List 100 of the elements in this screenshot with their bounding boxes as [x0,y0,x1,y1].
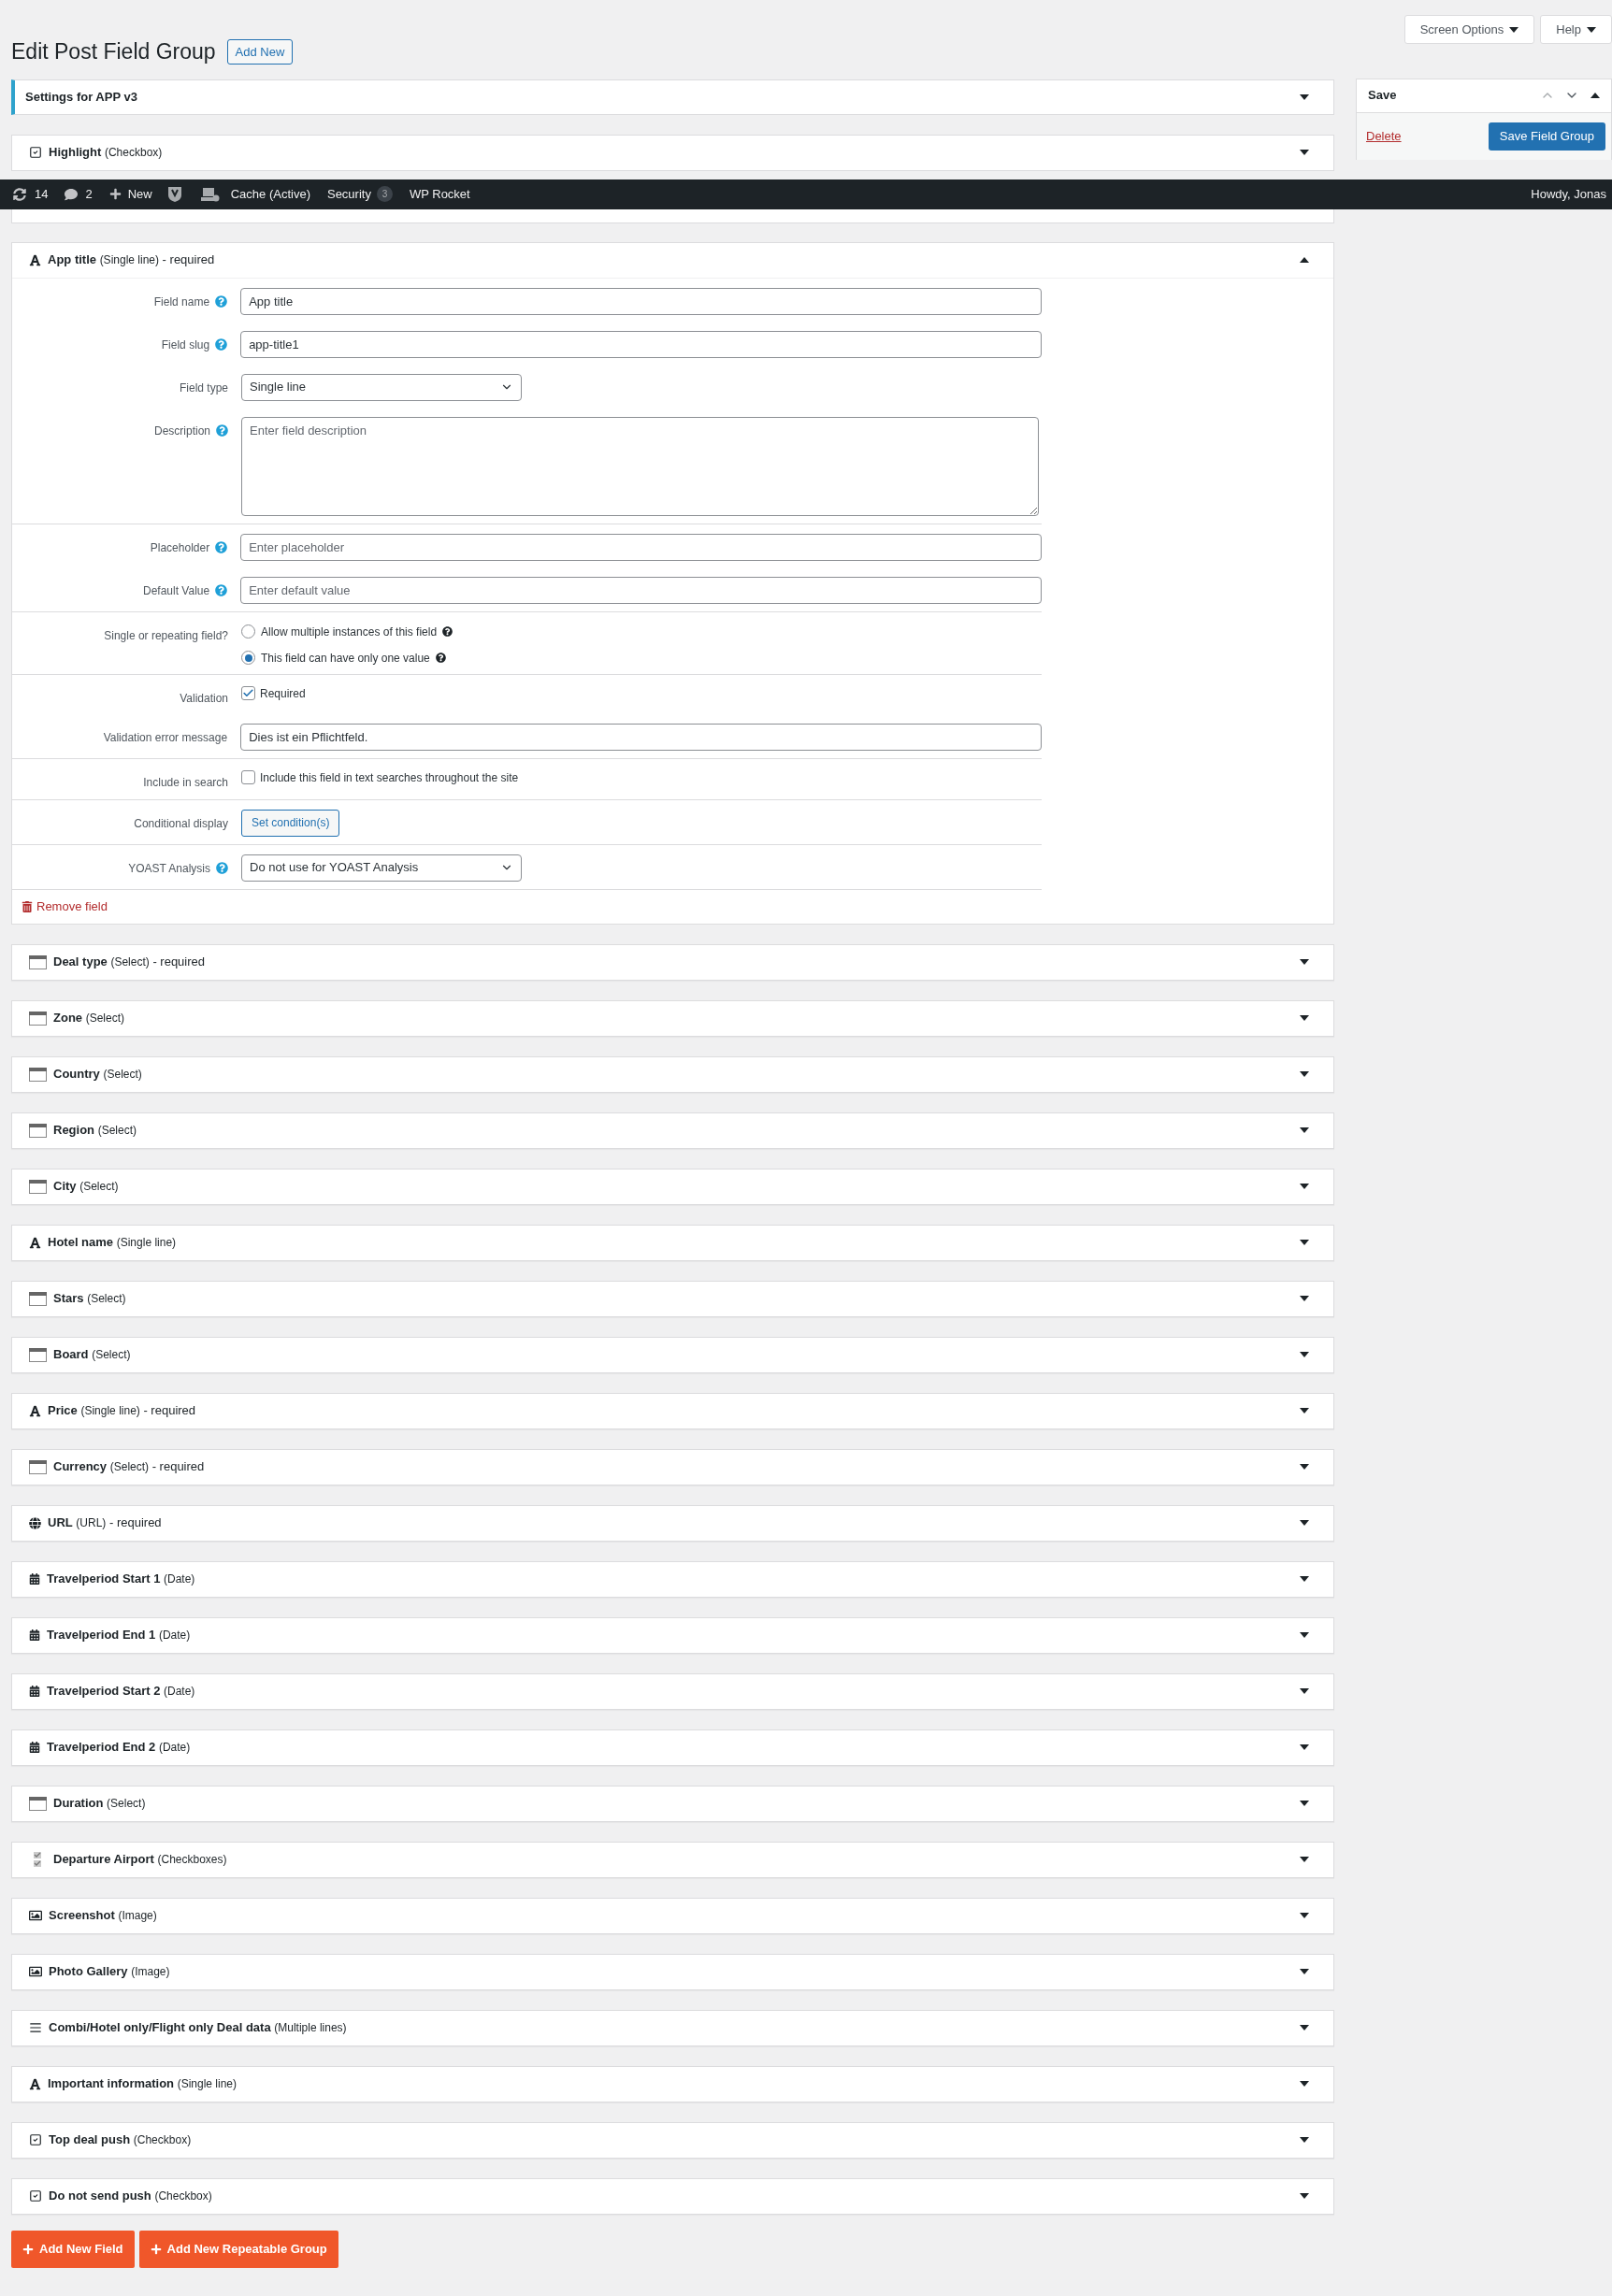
text-field[interactable]: App title [240,287,1042,315]
expand-caret-icon[interactable] [1300,1744,1309,1750]
text-field[interactable]: app-title1 [240,330,1042,358]
field-row[interactable]: Travelperiod Start 1 (Date) [11,1560,1334,1598]
server-icon[interactable] [200,186,220,202]
radio-button[interactable] [241,624,255,639]
select-field[interactable]: Do not use for YOAST Analysis [241,854,522,882]
field-row[interactable]: Board (Select) [11,1336,1334,1373]
field-row[interactable]: Deal type (Select) - required [11,943,1334,981]
field-title[interactable]: Travelperiod Start 1 (Date) [47,1570,195,1588]
field-title[interactable]: Screenshot (Image) [49,1906,157,1925]
field-row[interactable]: Departure Airport (Checkboxes) [11,1841,1334,1878]
field-row[interactable]: Price (Single line) - required [11,1392,1334,1429]
help-icon[interactable] [442,626,453,637]
field-title[interactable]: Travelperiod End 1 (Date) [47,1626,191,1644]
field-row[interactable]: Highlight (Checkbox) [11,134,1334,171]
greeting-link[interactable]: Howdy, Jonas [1531,184,1606,204]
expand-caret-icon[interactable] [1300,1015,1309,1021]
remove-field-link[interactable]: Remove field [36,897,108,916]
field-row[interactable]: Hotel name (Single line) [11,1224,1334,1261]
expand-caret-icon[interactable] [1300,1408,1309,1413]
checkbox[interactable] [241,770,255,784]
expand-caret-icon[interactable] [1300,2025,1309,2031]
field-title[interactable]: Currency (Select) - required [53,1457,205,1476]
field-row[interactable]: Travelperiod End 1 (Date) [11,1616,1334,1654]
expand-caret-icon[interactable] [1300,1857,1309,1862]
field-title[interactable]: Photo Gallery (Image) [49,1962,170,1981]
checkbox[interactable] [241,686,255,700]
field-row[interactable]: Important information (Single line) [11,2065,1334,2102]
field-title[interactable]: Travelperiod Start 2 (Date) [47,1682,195,1700]
updates-icon[interactable] [13,187,26,201]
field-row[interactable]: Stars (Select) [11,1280,1334,1317]
field-row[interactable]: URL (URL) - required [11,1504,1334,1542]
screen-options-tab[interactable]: Screen Options [1403,15,1535,44]
expand-caret-icon[interactable] [1300,150,1309,155]
expand-caret-icon[interactable] [1300,1632,1309,1638]
field-title[interactable]: Hotel name (Single line) [48,1233,177,1252]
field-title[interactable]: Highlight (Checkbox) [49,143,163,162]
expand-caret-icon[interactable] [1300,959,1309,965]
expand-caret-icon[interactable] [1300,2081,1309,2087]
description-field[interactable]: Enter field description [241,416,1039,516]
expand-caret-icon[interactable] [1300,1464,1309,1470]
expand-caret-icon[interactable] [1300,1801,1309,1806]
delete-link[interactable]: Delete [1366,126,1402,146]
text-field[interactable]: Enter placeholder [240,533,1042,561]
field-row[interactable]: Travelperiod Start 2 (Date) [11,1672,1334,1710]
radio-button[interactable] [241,651,255,665]
field-title[interactable]: URL (URL) - required [48,1514,162,1532]
field-title[interactable]: Board (Select) [53,1345,131,1364]
new-link[interactable]: New [127,184,152,204]
field-row[interactable]: Combi/Hotel only/Flight only Deal data (Multiple lines) [11,2009,1334,2046]
collapse-caret-icon[interactable] [1300,257,1309,263]
field-title[interactable]: Stars (Select) [53,1289,126,1308]
comments-icon[interactable] [65,187,79,201]
field-title[interactable]: Important information (Single line) [48,2074,237,2093]
expand-caret-icon[interactable] [1300,1969,1309,1974]
field-title[interactable]: Duration (Select) [53,1794,146,1813]
expand-caret-icon[interactable] [1300,1127,1309,1133]
field-row[interactable]: Region (Select) [11,1112,1334,1149]
field-title[interactable]: Country (Select) [53,1065,142,1083]
field-row[interactable]: Top deal push (Checkbox) [11,2121,1334,2159]
field-title[interactable]: Travelperiod End 2 (Date) [47,1738,191,1757]
expand-caret-icon[interactable] [1300,93,1309,100]
field-row[interactable]: City (Select) [11,1168,1334,1205]
expand-caret-icon[interactable] [1587,26,1596,33]
field-row[interactable]: Do not send push (Checkbox) [11,2177,1334,2215]
field-row[interactable]: Zone (Select) [11,999,1334,1037]
expand-caret-icon[interactable] [1300,2193,1309,2199]
comments-count[interactable]: 2 [85,184,93,204]
add-new-button[interactable]: Add New [226,38,294,65]
expand-caret-icon[interactable] [1300,2137,1309,2143]
field-row[interactable]: Currency (Select) - required [11,1448,1334,1485]
field-title[interactable]: City (Select) [53,1177,119,1196]
settings-box[interactable]: Settings for APP v3 [11,79,1334,115]
expand-caret-icon[interactable] [1300,1240,1309,1245]
field-title[interactable]: Departure Airport (Checkboxes) [53,1850,227,1869]
plus-icon[interactable] [108,188,122,200]
text-field[interactable]: Dies ist ein Pflichtfeld. [240,723,1042,751]
expand-caret-icon[interactable] [1300,1688,1309,1694]
expand-caret-icon[interactable] [1300,1071,1309,1077]
field-title[interactable]: Region (Select) [53,1121,137,1140]
field-title[interactable]: Zone (Select) [53,1009,125,1027]
help-tab[interactable]: Help [1540,15,1612,44]
text-field[interactable]: Enter default value [240,576,1042,604]
field-row[interactable]: Travelperiod End 2 (Date) [11,1729,1334,1766]
collapse-caret-icon[interactable] [1590,93,1600,98]
expand-caret-icon[interactable] [1509,26,1519,33]
field-row[interactable]: Screenshot (Image) [11,1897,1334,1934]
shield-logo-icon[interactable] [166,185,182,203]
field-title[interactable]: Combi/Hotel only/Flight only Deal data (Multiple lines) [49,2018,347,2037]
field-title[interactable]: Price (Single line) - required [48,1401,196,1420]
expand-caret-icon[interactable] [1300,1352,1309,1357]
trash-icon[interactable] [22,900,33,912]
field-row[interactable]: Duration (Select) [11,1785,1334,1822]
save-field-group-button[interactable]: Save Field Group [1488,122,1605,151]
expand-caret-icon[interactable] [1300,1184,1309,1189]
updates-count[interactable]: 14 [35,184,49,204]
select-field[interactable]: Single line [241,373,522,401]
security-link[interactable]: Security [326,184,371,204]
field-row[interactable]: Photo Gallery (Image) [11,1953,1334,1990]
